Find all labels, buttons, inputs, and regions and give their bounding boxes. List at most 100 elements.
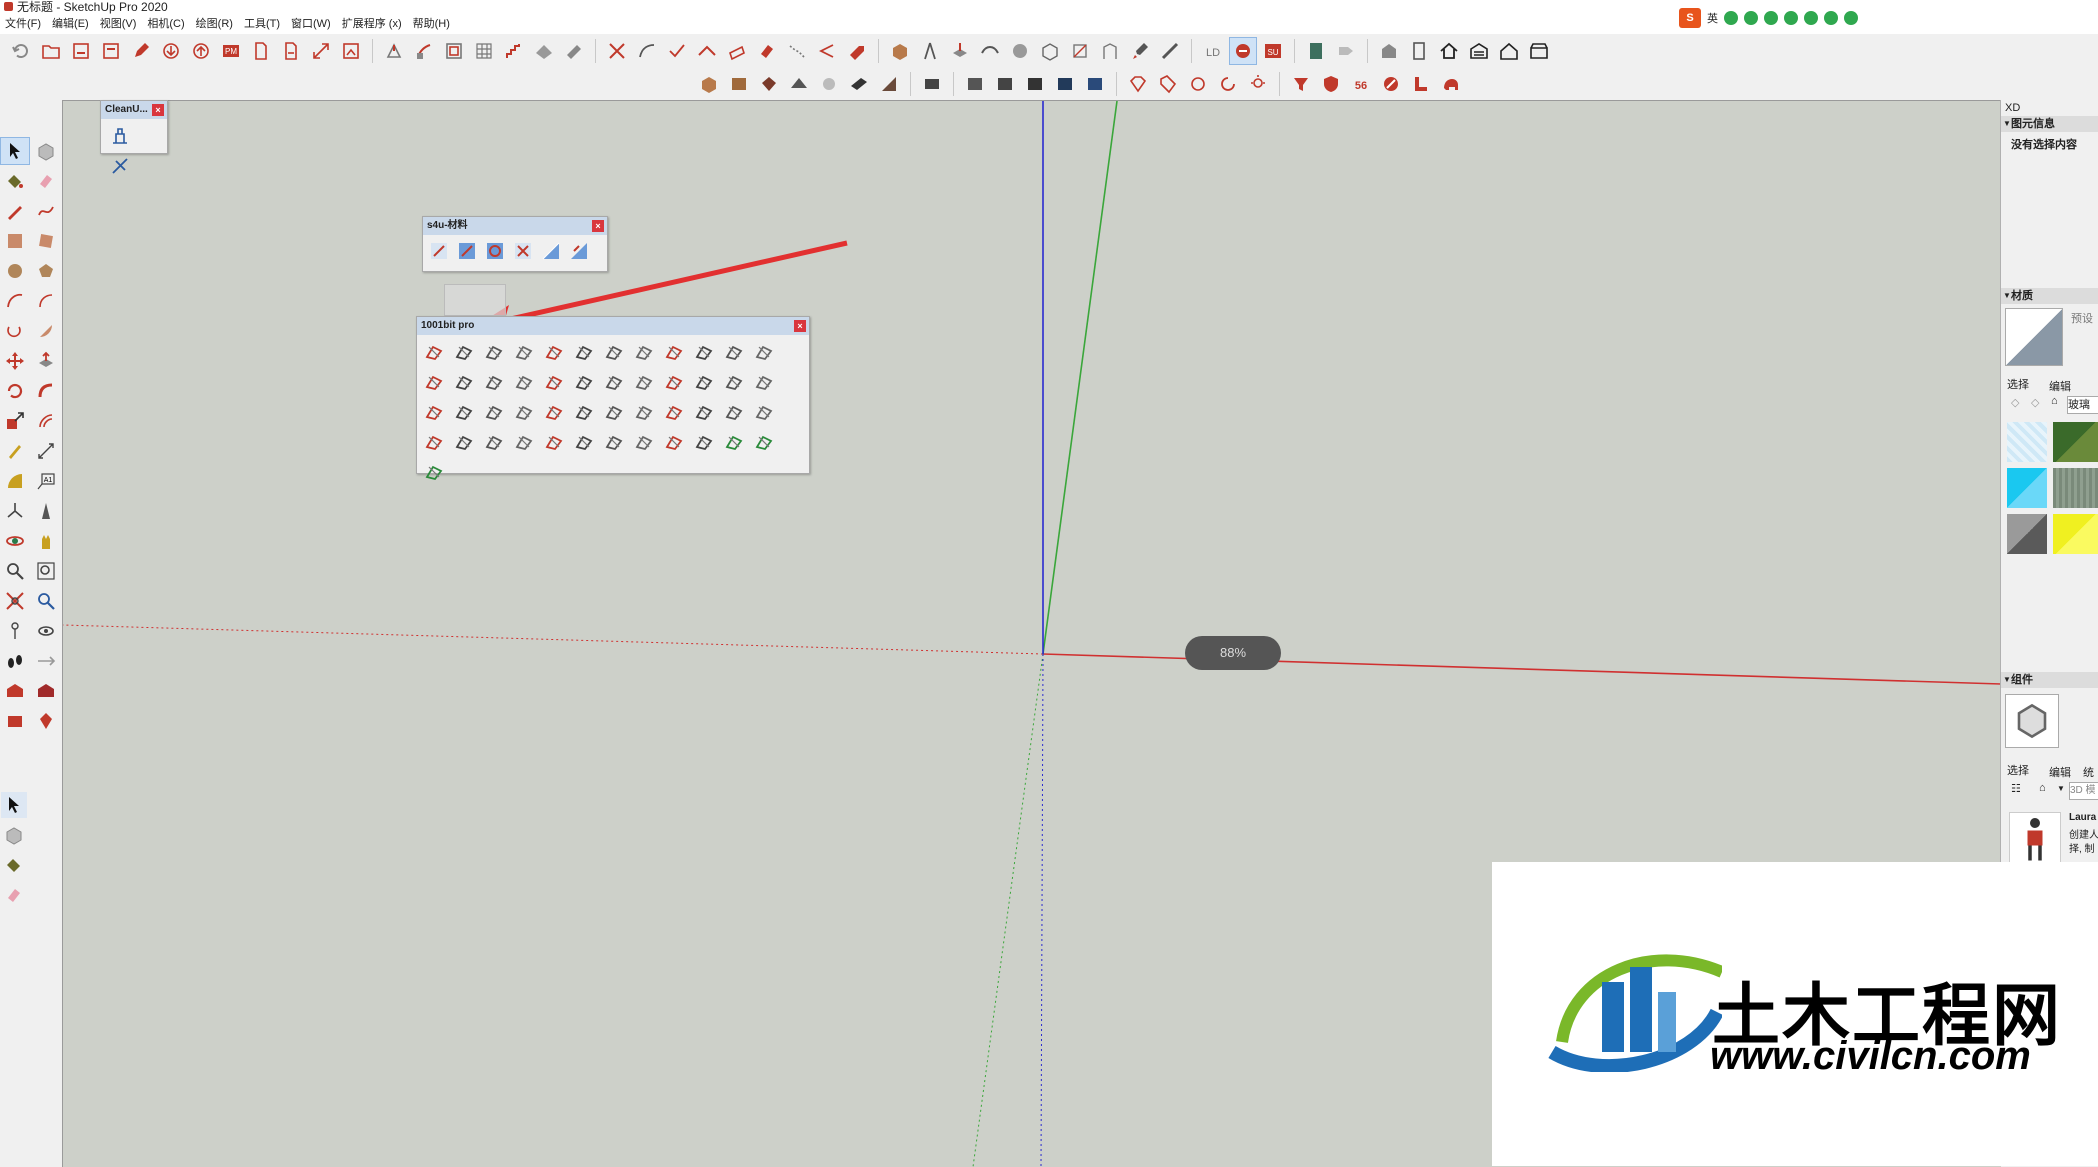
1001bit-tool-r2-c5-icon[interactable]: [572, 369, 596, 395]
paint-bucket-icon[interactable]: [1, 168, 29, 194]
look-around-icon[interactable]: [32, 618, 60, 644]
paint-bucket-secondary-icon[interactable]: [1, 852, 27, 878]
s4u-palette-header[interactable]: s4u-材料 ×: [423, 217, 607, 235]
material-box-icon[interactable]: [756, 71, 782, 97]
components-view-options-icon[interactable]: ☷: [2011, 782, 2021, 795]
materials-edit-tab[interactable]: 编辑: [2049, 378, 2071, 394]
curve-tool-icon[interactable]: [634, 38, 660, 64]
tag-tool-icon[interactable]: [844, 38, 870, 64]
1001bit-tool-r4-c2-icon[interactable]: [542, 429, 566, 455]
menu-edit[interactable]: 编辑(E): [52, 18, 89, 30]
1001bit-tool-r4-c1-icon[interactable]: [512, 429, 536, 455]
home-icon[interactable]: [1436, 38, 1462, 64]
dark-panel-icon[interactable]: [846, 71, 872, 97]
close-icon[interactable]: ×: [794, 320, 806, 332]
check-curve-icon[interactable]: [664, 38, 690, 64]
ime-logo-icon[interactable]: S: [1679, 8, 1701, 28]
3d-text-icon[interactable]: [32, 498, 60, 524]
1001bit-tool-r3-c5-icon[interactable]: [602, 399, 626, 425]
1001bit-tool-r3-c1-icon[interactable]: [482, 399, 506, 425]
house-outline-icon[interactable]: [1496, 38, 1522, 64]
follow-me-tool-icon[interactable]: [411, 38, 437, 64]
ime-emoji-icon[interactable]: [1744, 11, 1758, 25]
cleanup-palette-header[interactable]: CleanU... ×: [101, 101, 167, 119]
compass-tool-icon[interactable]: [917, 38, 943, 64]
arrow-shape-icon[interactable]: [1333, 38, 1359, 64]
roof-shape-icon[interactable]: [786, 71, 812, 97]
tag-outline-icon[interactable]: [1155, 71, 1181, 97]
material-home-icon[interactable]: ⌂: [2051, 395, 2058, 407]
shed-icon[interactable]: [1526, 38, 1552, 64]
intersect-tool-icon[interactable]: [604, 38, 630, 64]
text-label-icon[interactable]: A1: [32, 468, 60, 494]
extension-manager-icon[interactable]: [32, 708, 60, 734]
components-search-dropdown-icon[interactable]: ▼: [2057, 784, 2065, 793]
1001bit-tool-r4-c6-icon[interactable]: [662, 429, 686, 455]
menu-window[interactable]: 窗口(W): [291, 18, 331, 30]
1001bit-tool-r4-c5-icon[interactable]: [632, 429, 656, 455]
texture-box-icon[interactable]: [726, 71, 752, 97]
components-home-icon[interactable]: ⌂: [2039, 782, 2046, 794]
1001bit-tool-r1-c10-icon[interactable]: [692, 339, 716, 365]
push-pull-tool-icon[interactable]: [381, 38, 407, 64]
1001bit-tool-r3-c7-icon[interactable]: [662, 399, 686, 425]
extension-warehouse-icon[interactable]: [32, 678, 60, 704]
1001bit-tool-r1-c4-icon[interactable]: [512, 339, 536, 365]
components-search-input[interactable]: 3D 模: [2069, 782, 2098, 800]
1001bit-tool-r2-c8-icon[interactable]: [662, 369, 686, 395]
ime-keyboard-icon[interactable]: [1784, 11, 1798, 25]
components-select-tab[interactable]: 选择: [2007, 762, 2029, 778]
upload-circle-icon[interactable]: [188, 38, 214, 64]
menu-tools[interactable]: 工具(T): [244, 18, 280, 30]
1001bit-tool-r1-c6-icon[interactable]: [572, 339, 596, 365]
1001bit-tool-r4-c10-icon[interactable]: [422, 459, 446, 485]
1001bit-tool-r2-c4-icon[interactable]: [542, 369, 566, 395]
offset-icon[interactable]: [32, 408, 60, 434]
su-plugin-icon[interactable]: SU: [1260, 38, 1286, 64]
material-swatch-yellow[interactable]: [2053, 514, 2098, 554]
1001bit-tool-r3-c9-icon[interactable]: [722, 399, 746, 425]
ime-punctuation-icon[interactable]: [1724, 11, 1738, 25]
1001bit-tool-r1-c7-icon[interactable]: [602, 339, 626, 365]
section-tool-icon[interactable]: [1067, 38, 1093, 64]
walk-icon[interactable]: [1, 648, 29, 674]
selected-plugin-icon[interactable]: [1229, 37, 1257, 65]
s4u-material-6-icon[interactable]: [567, 238, 591, 264]
1001bit-tool-r1-c8-icon[interactable]: [632, 339, 656, 365]
house-box-icon[interactable]: [1376, 38, 1402, 64]
1001bit-tool-r2-c1-icon[interactable]: [452, 369, 476, 395]
eraser-red-icon[interactable]: [754, 38, 780, 64]
ime-voice-icon[interactable]: [1764, 11, 1778, 25]
1001bit-tool-r4-c3-icon[interactable]: [572, 429, 596, 455]
share-model-icon[interactable]: [1, 708, 29, 734]
section-plane-icon[interactable]: [32, 648, 60, 674]
1001bit-tool-r4-c9-icon[interactable]: [752, 429, 776, 455]
bend-tool-icon[interactable]: [977, 38, 1003, 64]
undo-icon[interactable]: [8, 38, 34, 64]
ime-toolbox-icon[interactable]: [1844, 11, 1858, 25]
rotate-icon[interactable]: [1, 378, 29, 404]
face-tool-icon[interactable]: [724, 38, 750, 64]
polygon-icon[interactable]: [32, 258, 60, 284]
slab-tool-icon[interactable]: [561, 38, 587, 64]
document-icon[interactable]: [248, 38, 274, 64]
material-swatch-cyan[interactable]: [2007, 468, 2047, 508]
materials-select-tab[interactable]: 选择: [2007, 376, 2029, 392]
ld-plugin-icon[interactable]: LD: [1200, 38, 1226, 64]
1001bit-tool-r2-c2-icon[interactable]: [482, 369, 506, 395]
grid-tool-icon[interactable]: [471, 38, 497, 64]
gem-icon[interactable]: [1125, 71, 1151, 97]
tape-measure-icon[interactable]: [1, 438, 29, 464]
line-pencil-icon[interactable]: [1, 198, 29, 224]
sphere-tool-icon[interactable]: [1007, 38, 1033, 64]
zoom-extents-icon[interactable]: [1, 588, 29, 614]
s4u-material-3-icon[interactable]: [483, 238, 507, 264]
1001bit-tool-r2-c6-icon[interactable]: [602, 369, 626, 395]
slash-circle-icon[interactable]: [1378, 71, 1404, 97]
component-b-icon[interactable]: [992, 71, 1018, 97]
angle-tool-icon[interactable]: [814, 38, 840, 64]
menu-view[interactable]: 视图(V): [100, 18, 137, 30]
import-icon[interactable]: [68, 38, 94, 64]
cleanup-settings-icon[interactable]: [108, 153, 132, 179]
1001bit-tool-r4-c4-icon[interactable]: [602, 429, 626, 455]
